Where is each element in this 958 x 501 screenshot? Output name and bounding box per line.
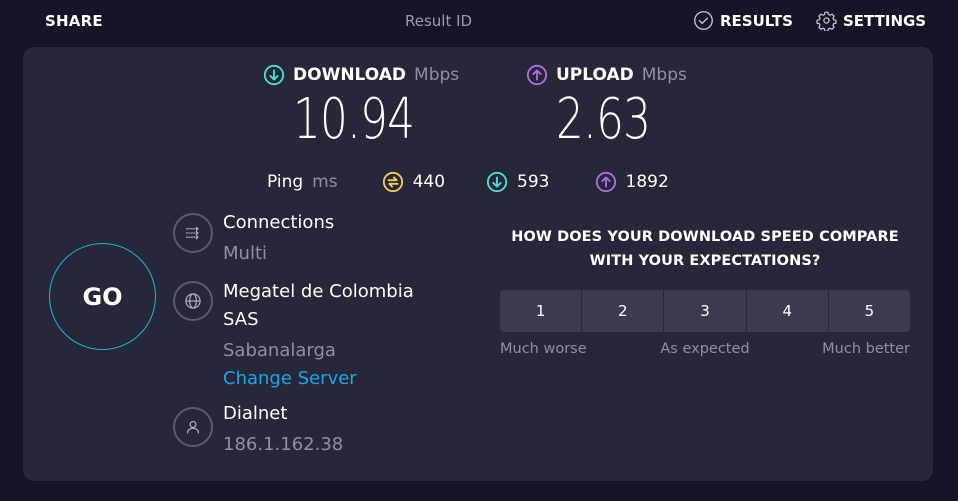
settings-button[interactable]: SETTINGS <box>816 10 926 31</box>
user-icon <box>173 407 213 447</box>
change-server-link[interactable]: Change Server <box>223 365 414 393</box>
share-button[interactable]: SHARE <box>45 12 103 30</box>
ping-unit: ms <box>312 172 338 192</box>
rating-option-4[interactable]: 4 <box>746 290 829 332</box>
globe-icon <box>173 281 213 321</box>
ping-download-value: 593 <box>517 172 550 192</box>
isp-ip: 186.1.162.38 <box>223 434 344 455</box>
connections-value: Multi <box>223 243 267 264</box>
arrow-down-circle-icon <box>263 64 285 86</box>
server-name-line2: SAS <box>223 309 259 330</box>
arrow-down-circle-icon <box>486 171 508 193</box>
ping-upload: 1892 <box>595 171 669 193</box>
scale-label-mid: As expected <box>660 341 750 357</box>
isp-name: Dialnet <box>223 403 288 424</box>
upload-label: UPLOAD <box>556 65 634 85</box>
settings-label: SETTINGS <box>843 11 927 30</box>
arrow-up-circle-icon <box>595 171 616 193</box>
results-button[interactable]: RESULTS <box>693 10 793 31</box>
download-unit: Mbps <box>414 65 460 85</box>
rating-option-3[interactable]: 3 <box>664 290 747 332</box>
rating-buttons: 1 2 3 4 5 <box>500 290 910 332</box>
ping-idle-value: 440 <box>412 172 446 192</box>
server-location: Sabanalarga <box>223 340 336 361</box>
gear-icon <box>816 11 837 31</box>
upload-value: 2.63 <box>556 87 651 152</box>
upload-unit: Mbps <box>641 65 687 85</box>
ping-download: 593 <box>486 171 550 193</box>
rating-scale-labels: Much worse As expected Much better <box>500 341 910 361</box>
idle-latency-icon <box>382 171 403 193</box>
ping-upload-value: 1892 <box>625 172 669 192</box>
result-id-label: Result ID <box>405 12 473 30</box>
download-metric: DOWNLOAD Mbps 10.94 <box>263 64 459 148</box>
rating-option-5[interactable]: 5 <box>828 290 910 332</box>
ping-row: Ping ms 440 593 1892 <box>267 171 669 193</box>
ping-idle: 440 <box>382 171 445 193</box>
ping-label: Ping <box>267 172 304 192</box>
results-label: RESULTS <box>720 11 793 30</box>
connections-title: Connections <box>223 212 335 233</box>
download-value: 10.94 <box>293 87 415 152</box>
top-navigation: SHARE Result ID RESULTS SETTINGS <box>0 0 958 44</box>
speed-survey: HOW DOES YOUR DOWNLOAD SPEED COMPARE WIT… <box>500 225 910 361</box>
arrow-up-circle-icon <box>526 64 548 86</box>
result-panel: DOWNLOAD Mbps 10.94 UPLOAD Mbps 2.63 Pin… <box>23 47 933 481</box>
upload-metric: UPLOAD Mbps 2.63 <box>526 64 687 148</box>
scale-label-left: Much worse <box>500 341 587 357</box>
connections-icon <box>173 213 213 253</box>
survey-question: HOW DOES YOUR DOWNLOAD SPEED COMPARE WIT… <box>511 229 899 269</box>
check-circle-icon <box>694 11 713 30</box>
scale-label-right: Much better <box>822 341 910 357</box>
server-name-line1: Megatel de Colombia <box>223 281 414 302</box>
download-label: DOWNLOAD <box>293 65 407 85</box>
go-button[interactable]: GO <box>49 243 156 350</box>
rating-option-2[interactable]: 2 <box>582 290 665 332</box>
rating-option-1[interactable]: 1 <box>500 290 583 332</box>
